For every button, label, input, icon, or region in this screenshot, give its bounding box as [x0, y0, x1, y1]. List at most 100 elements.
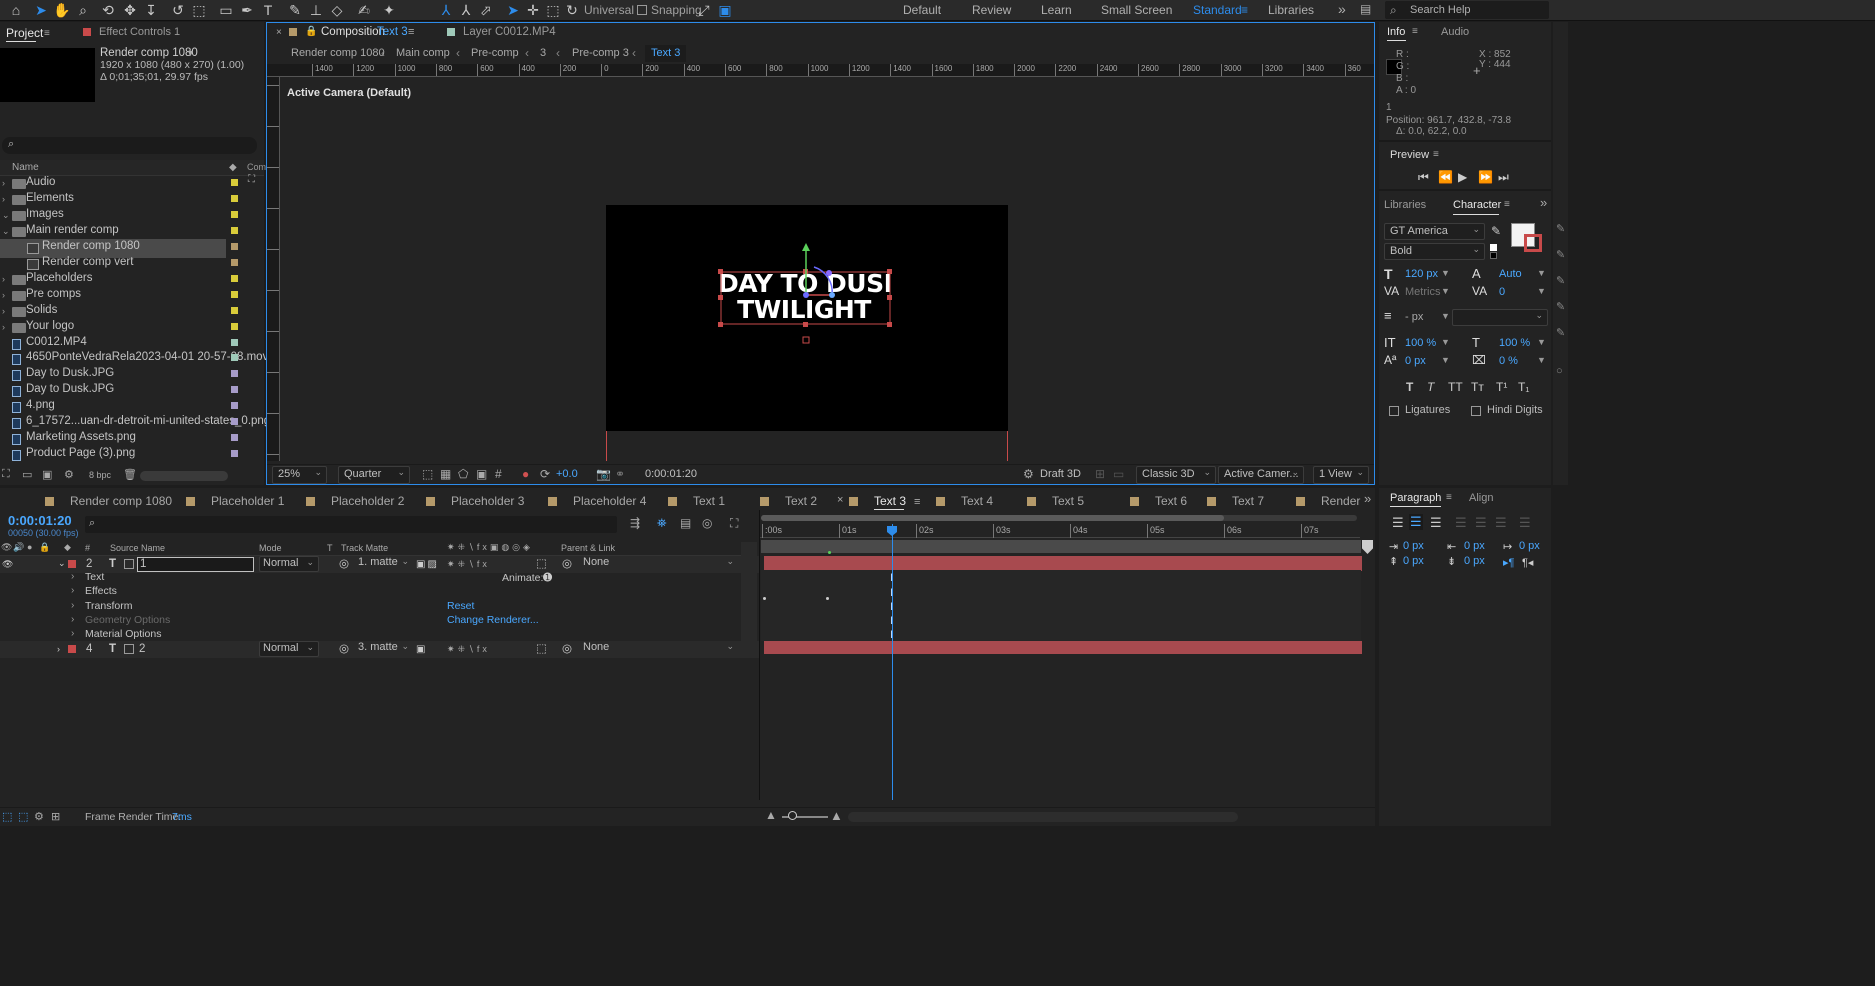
comp-tab[interactable]: Render comp 1080	[45, 494, 172, 508]
chevron-right-icon[interactable]: ›	[57, 641, 60, 658]
property-row[interactable]: › Geometry Options	[0, 613, 741, 627]
region-of-interest-icon[interactable]: ⬚	[422, 467, 433, 481]
3d-layer-icon[interactable]: ⬚	[536, 641, 547, 658]
chevron-down-icon[interactable]: ▼	[1441, 337, 1450, 347]
rtl-direction-icon[interactable]: ¶◂	[1522, 556, 1533, 569]
zoom-slider-thumb[interactable]	[788, 811, 797, 820]
reset-link[interactable]: Reset	[447, 600, 474, 612]
align-center-icon[interactable]: ☰	[1409, 514, 1423, 530]
chevron-right-icon[interactable]: ›	[71, 627, 74, 641]
comp-tab[interactable]: Text 2	[760, 494, 817, 508]
frame-blending-icon[interactable]: ▤	[680, 516, 691, 530]
tab-info[interactable]: Info	[1387, 26, 1405, 38]
eraser-tool-icon[interactable]: ◇	[327, 1, 347, 20]
number-column[interactable]: #	[85, 543, 90, 553]
move-gizmo-icon[interactable]: ✛	[523, 1, 543, 20]
zoom-tool-icon[interactable]: ⌕	[73, 1, 93, 20]
label-color-swatch[interactable]	[231, 179, 238, 186]
orbit-camera-icon[interactable]: ⟲	[98, 1, 118, 20]
tsume-value[interactable]: 0 %	[1499, 355, 1518, 367]
breadcrumb-item[interactable]: Main comp	[396, 47, 450, 59]
universal-select-icon[interactable]: ➤	[503, 1, 523, 20]
horizontal-scale-value[interactable]: 100 %	[1499, 337, 1530, 349]
ligatures-checkbox[interactable]	[1389, 406, 1399, 416]
label-color-swatch[interactable]	[231, 338, 238, 346]
baseline-shift-value[interactable]: 0 px	[1405, 355, 1426, 367]
breadcrumb-item[interactable]: 3	[540, 47, 546, 59]
blend-mode-select[interactable]: Normal ⌄	[259, 641, 319, 657]
horizontal-ruler[interactable]: 1400 1200 1000 800 600 400 200 0 200 400 600 800 100…	[267, 64, 1374, 77]
project-search-input[interactable]: ⌕	[2, 137, 257, 154]
comp-tab[interactable]: Placeholder 4	[548, 494, 646, 508]
chevron-right-icon[interactable]: ›	[71, 570, 74, 584]
motion-blur-icon[interactable]: ◎	[702, 516, 712, 530]
more-tabs-icon[interactable]: »	[1364, 491, 1371, 506]
label-color-swatch[interactable]	[231, 402, 238, 410]
layer-switches-icons[interactable]: ✷⁜∖fx▣◍◎◈	[447, 542, 533, 553]
keyframe-dot[interactable]	[826, 597, 829, 600]
rectangle-tool-icon[interactable]: ▭	[216, 1, 236, 20]
hindi-digits-checkbox[interactable]	[1471, 406, 1481, 416]
tracking-value[interactable]: 0	[1499, 286, 1505, 298]
work-area-bar[interactable]	[761, 540, 1361, 553]
label-color-swatch[interactable]	[231, 322, 238, 330]
indent-first-value[interactable]: 0 px	[1519, 540, 1540, 552]
faux-italic-icon[interactable]: T	[1427, 380, 1434, 394]
navigator-range[interactable]	[761, 515, 1224, 521]
timeline-search-input[interactable]: ⌕	[85, 516, 617, 533]
tab-project[interactable]: Project	[6, 26, 43, 40]
type-tool-icon[interactable]: T	[258, 1, 278, 20]
keyframe-dot[interactable]	[763, 597, 766, 600]
search-help-input[interactable]: ⌕ Search Help	[1385, 1, 1549, 19]
space-before-value[interactable]: 0 px	[1403, 555, 1424, 567]
justify-center-icon[interactable]: ☰	[1475, 515, 1487, 531]
breadcrumb-item[interactable]: Render comp 1080	[291, 47, 385, 59]
font-family-select[interactable]: GT America ⌄	[1384, 223, 1485, 240]
rotate-handle[interactable]	[826, 270, 832, 276]
workspace-learn[interactable]: Learn	[1041, 3, 1072, 17]
chevron-down-icon[interactable]: ▼	[1441, 286, 1450, 296]
justify-left-icon[interactable]: ☰	[1455, 515, 1467, 531]
justify-all-icon[interactable]: ☰	[1519, 515, 1531, 531]
property-row[interactable]: › Transform	[0, 599, 741, 613]
eyedropper-icon[interactable]: ✎	[1491, 224, 1501, 238]
indent-right-value[interactable]: 0 px	[1464, 540, 1485, 552]
column-t[interactable]: T	[327, 543, 333, 553]
corner-handle[interactable]	[718, 322, 723, 327]
time-navigator[interactable]	[761, 515, 1357, 521]
panel-toggle-icon[interactable]: ▤	[1360, 2, 1371, 16]
camera-select[interactable]: Active Camer... ⌄	[1218, 466, 1304, 484]
corner-handle[interactable]	[887, 269, 892, 274]
view-layout-select[interactable]: 1 View ⌄	[1313, 466, 1369, 484]
corner-handle[interactable]	[718, 269, 723, 274]
snap-grid-icon[interactable]: ▣	[715, 1, 735, 20]
comp-tab[interactable]: Text 4	[936, 494, 993, 508]
label-color-swatch[interactable]	[231, 258, 238, 266]
comp-tab-name[interactable]: Text 3	[377, 26, 408, 38]
label-color-swatch[interactable]	[231, 418, 238, 426]
label-color-swatch[interactable]	[231, 354, 238, 362]
first-frame-icon[interactable]: ⏮	[1418, 170, 1429, 185]
interpret-footage-icon[interactable]: ⛶	[2, 468, 10, 481]
comp-tab[interactable]: Text 3 × ≡	[837, 494, 920, 510]
guides-icon[interactable]: ▣	[476, 467, 487, 481]
label-color-swatch[interactable]	[231, 434, 238, 442]
superscript-icon[interactable]: T¹	[1496, 380, 1507, 394]
property-row[interactable]: › Material Options	[0, 627, 741, 641]
close-icon[interactable]: ×	[276, 27, 282, 38]
brush-icon[interactable]: ✎	[1556, 248, 1565, 261]
vertical-ruler[interactable]	[267, 77, 280, 461]
draft-3d-icon[interactable]: ⛯	[657, 516, 667, 531]
hand-tool-icon[interactable]: ✋	[52, 1, 72, 20]
workspace-small-screen[interactable]: Small Screen	[1101, 3, 1172, 17]
solo-switch-icon[interactable]: ●	[27, 542, 32, 552]
comp-tab[interactable]: Placeholder 2	[306, 494, 404, 508]
align-right-icon[interactable]: ☰	[1430, 515, 1442, 531]
snap-options-icon[interactable]: ⤢	[694, 1, 714, 20]
chevron-down-icon[interactable]: ▼	[1537, 268, 1546, 278]
workspace-default[interactable]: Default	[903, 3, 941, 17]
comp-tab[interactable]: Text 6	[1130, 494, 1187, 508]
more-workspaces-icon[interactable]: »	[1338, 1, 1346, 17]
comp-tab[interactable]: Placeholder 1	[186, 494, 284, 508]
transparency-grid-icon[interactable]: ▦	[440, 467, 451, 481]
